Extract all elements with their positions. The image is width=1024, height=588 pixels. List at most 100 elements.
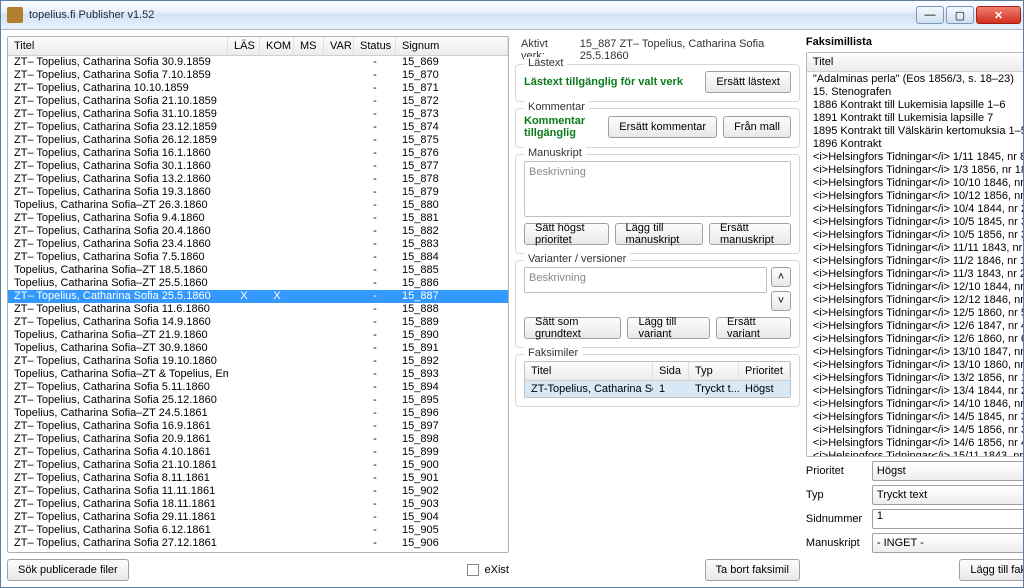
works-row[interactable]: ZT– Topelius, Catharina Sofia 19.3.1860-… <box>8 186 508 199</box>
move-down-button[interactable]: ˅ <box>771 291 791 311</box>
works-row[interactable]: ZT– Topelius, Catharina Sofia 26.12.1859… <box>8 134 508 147</box>
facsimile-list-item[interactable]: <i>Helsingfors Tidningar</i> 14/5 1845, … <box>807 410 1023 423</box>
type-select[interactable]: Tryckt text <box>872 485 1023 505</box>
works-row[interactable]: ZT– Topelius, Catharina Sofia 11.11.1861… <box>8 485 508 498</box>
works-row[interactable]: ZT– Topelius, Catharina 10.10.1859-15_87… <box>8 82 508 95</box>
works-list[interactable]: TitelLÄSKOMMSVARStatusSignum ZT– Topeliu… <box>7 36 509 553</box>
add-facsimile-button[interactable]: Lägg till faksimil <box>959 559 1023 581</box>
minimize-button[interactable]: — <box>916 6 944 24</box>
facsimile-list-item[interactable]: <i>Helsingfors Tidningar</i> 13/2 1856, … <box>807 371 1023 384</box>
priority-select[interactable]: Högst <box>872 461 1023 481</box>
works-col-signum[interactable]: Signum <box>396 37 508 55</box>
works-row[interactable]: ZT– Topelius, Catharina Sofia 20.9.1861-… <box>8 433 508 446</box>
facsimile-list-item[interactable]: <i>Helsingfors Tidningar</i> 1/11 1845, … <box>807 150 1023 163</box>
works-row[interactable]: ZT– Topelius, Catharina Sofia 5.11.1860-… <box>8 381 508 394</box>
works-row[interactable]: ZT– Topelius, Catharina Sofia 23.4.1860-… <box>8 238 508 251</box>
page-input[interactable]: 1 <box>872 509 1023 529</box>
facsimile-list-item[interactable]: <i>Helsingfors Tidningar</i> 10/5 1856, … <box>807 228 1023 241</box>
facsimile-list-item[interactable]: <i>Helsingfors Tidningar</i> 11/3 1843, … <box>807 267 1023 280</box>
works-row[interactable]: ZT– Topelius, Catharina Sofia 25.5.1860X… <box>8 290 508 303</box>
facsimile-list-item[interactable]: <i>Helsingfors Tidningar</i> 13/10 1860,… <box>807 358 1023 371</box>
facsimile-list-item[interactable]: <i>Helsingfors Tidningar</i> 15/11 1843,… <box>807 449 1023 456</box>
works-row[interactable]: ZT– Topelius, Catharina Sofia 25.12.1860… <box>8 394 508 407</box>
replace-comment-button[interactable]: Ersätt kommentar <box>608 116 717 138</box>
facsimile-list-item[interactable]: <i>Helsingfors Tidningar</i> 10/12 1856,… <box>807 189 1023 202</box>
works-row[interactable]: ZT– Topelius, Catharina Sofia 9.4.1860-1… <box>8 212 508 225</box>
faks-col-title[interactable]: Titel <box>525 362 653 380</box>
from-template-button[interactable]: Från mall <box>723 116 791 138</box>
facsimile-list-item[interactable]: <i>Helsingfors Tidningar</i> 12/12 1846,… <box>807 293 1023 306</box>
facsimile-list-item[interactable]: <i>Helsingfors Tidningar</i> 12/6 1860, … <box>807 332 1023 345</box>
works-row[interactable]: Topelius, Catharina Sofia–ZT 30.9.1860-1… <box>8 342 508 355</box>
works-row[interactable]: ZT– Topelius, Catharina Sofia 4.10.1861-… <box>8 446 508 459</box>
exist-checkbox[interactable] <box>467 564 479 576</box>
works-col-läs[interactable]: LÄS <box>228 37 260 55</box>
add-variant-button[interactable]: Lägg till variant <box>627 317 709 339</box>
works-row[interactable]: ZT– Topelius, Catharina Sofia 19.10.1860… <box>8 355 508 368</box>
replace-variant-button[interactable]: Ersätt variant <box>716 317 791 339</box>
facsimile-list-item[interactable]: <i>Helsingfors Tidningar</i> 12/10 1844,… <box>807 280 1023 293</box>
facsimile-list-item[interactable]: <i>Helsingfors Tidningar</i> 14/10 1846,… <box>807 397 1023 410</box>
works-row[interactable]: ZT– Topelius, Catharina Sofia 6.12.1861-… <box>8 524 508 537</box>
facsimile-list-header[interactable]: Titel <box>807 53 1023 71</box>
works-row[interactable]: ZT– Topelius, Catharina Sofia 27.12.1861… <box>8 537 508 550</box>
facsimile-list-item[interactable]: "Adalminas perla" (Eos 1856/3, s. 18–23) <box>807 72 1023 85</box>
facsimile-list-item[interactable]: <i>Helsingfors Tidningar</i> 11/2 1846, … <box>807 254 1023 267</box>
facsimile-row[interactable]: ZT-Topelius, Catharina So... 1 Tryckt t.… <box>525 381 790 397</box>
works-row[interactable]: ZT– Topelius, Catharina Sofia 14.9.1860-… <box>8 316 508 329</box>
works-row[interactable]: ZT– Topelius, Catharina Sofia 21.10.1859… <box>8 95 508 108</box>
variants-description[interactable]: Beskrivning <box>524 267 767 293</box>
works-row[interactable]: ZT– Topelius, Catharina Sofia 11.6.1860-… <box>8 303 508 316</box>
works-col-status[interactable]: Status <box>354 37 396 55</box>
works-row[interactable]: ZT– Topelius, Catharina Sofia 29.11.1861… <box>8 511 508 524</box>
works-row[interactable]: ZT– Topelius, Catharina Sofia 30.1.1860-… <box>8 160 508 173</box>
works-col-ms[interactable]: MS <box>294 37 324 55</box>
facsimile-list-item[interactable]: <i>Helsingfors Tidningar</i> 13/10 1847,… <box>807 345 1023 358</box>
facsimile-list-item[interactable]: <i>Helsingfors Tidningar</i> 12/6 1847, … <box>807 319 1023 332</box>
faks-col-prio[interactable]: Prioritet <box>739 362 790 380</box>
facsimile-list-item[interactable]: 1896 Kontrakt <box>807 137 1023 150</box>
works-row[interactable]: ZT– Topelius, Catharina Sofia 18.11.1861… <box>8 498 508 511</box>
works-row[interactable]: ZT– Topelius, Catharina Sofia 8.11.1861-… <box>8 472 508 485</box>
facsimile-list-item[interactable]: 1891 Kontrakt till Lukemisia lapsille 7 <box>807 111 1023 124</box>
facsimile-list-item[interactable]: <i>Helsingfors Tidningar</i> 12/5 1860, … <box>807 306 1023 319</box>
faks-col-page[interactable]: Sida <box>653 362 689 380</box>
works-row[interactable]: ZT– Topelius, Catharina Sofia 31.10.1859… <box>8 108 508 121</box>
works-col-var[interactable]: VAR <box>324 37 354 55</box>
facsimile-list-item[interactable]: <i>Helsingfors Tidningar</i> 10/5 1845, … <box>807 215 1023 228</box>
manuscript-select[interactable]: - INGET - <box>872 533 1023 553</box>
works-row[interactable]: ZT– Topelius, Catharina Sofia 16.9.1861-… <box>8 420 508 433</box>
facsimile-list-item[interactable]: <i>Helsingfors Tidningar</i> 13/4 1844, … <box>807 384 1023 397</box>
facsimile-list-item[interactable]: 1895 Kontrakt till Välskärin kertomuksia… <box>807 124 1023 137</box>
facsimile-list-item[interactable]: <i>Helsingfors Tidningar</i> 10/4 1844, … <box>807 202 1023 215</box>
facsimile-table[interactable]: Titel Sida Typ Prioritet ZT-Topelius, Ca… <box>524 361 791 398</box>
facsimile-list-item[interactable]: <i>Helsingfors Tidningar</i> 11/11 1843,… <box>807 241 1023 254</box>
faks-col-type[interactable]: Typ <box>689 362 739 380</box>
close-button[interactable]: ✕ <box>976 6 1021 24</box>
remove-facsimile-button[interactable]: Ta bort faksimil <box>705 559 800 581</box>
works-row[interactable]: ZT– Topelius, Catharina Sofia 7.10.1859-… <box>8 69 508 82</box>
works-row[interactable]: Topelius, Catharina Sofia–ZT 18.5.1860-1… <box>8 264 508 277</box>
facsimile-list-item[interactable]: <i>Helsingfors Tidningar</i> 14/6 1856, … <box>807 436 1023 449</box>
works-col-titel[interactable]: Titel <box>8 37 228 55</box>
works-row[interactable]: ZT– Topelius, Catharina Sofia 30.9.1859-… <box>8 56 508 69</box>
facsimile-list-item[interactable]: 15. Stenografen <box>807 85 1023 98</box>
set-basetext-button[interactable]: Sätt som grundtext <box>524 317 621 339</box>
works-row[interactable]: ZT– Topelius, Catharina Sofia 23.12.1859… <box>8 121 508 134</box>
works-row[interactable]: ZT– Topelius, Catharina Sofia 16.1.1860-… <box>8 147 508 160</box>
facsimile-list-item[interactable]: 1886 Kontrakt till Lukemisia lapsille 1–… <box>807 98 1023 111</box>
works-row[interactable]: ZT– Topelius, Catharina Sofia 20.4.1860-… <box>8 225 508 238</box>
works-row[interactable]: Topelius, Catharina Sofia–ZT 24.5.1861-1… <box>8 407 508 420</box>
works-row[interactable]: Topelius, Catharina Sofia–ZT 25.5.1860-1… <box>8 277 508 290</box>
works-row[interactable]: Topelius, Catharina Sofia–ZT & Topelius,… <box>8 368 508 381</box>
works-row[interactable]: Topelius, Catharina Sofia–ZT 26.3.1860-1… <box>8 199 508 212</box>
replace-lastext-button[interactable]: Ersätt lästext <box>705 71 791 93</box>
works-row[interactable]: ZT– Topelius, Catharina Sofia 7.5.1860-1… <box>8 251 508 264</box>
works-col-kom[interactable]: KOM <box>260 37 294 55</box>
maximize-button[interactable]: ▢ <box>946 6 974 24</box>
move-up-button[interactable]: ˄ <box>771 267 791 287</box>
replace-manuscript-button[interactable]: Ersätt manuskript <box>709 223 791 245</box>
add-manuscript-button[interactable]: Lägg till manuskript <box>615 223 703 245</box>
facsimile-list-item[interactable]: <i>Helsingfors Tidningar</i> 1/3 1856, n… <box>807 163 1023 176</box>
works-row[interactable]: ZT– Topelius, Catharina Sofia 13.2.1860-… <box>8 173 508 186</box>
